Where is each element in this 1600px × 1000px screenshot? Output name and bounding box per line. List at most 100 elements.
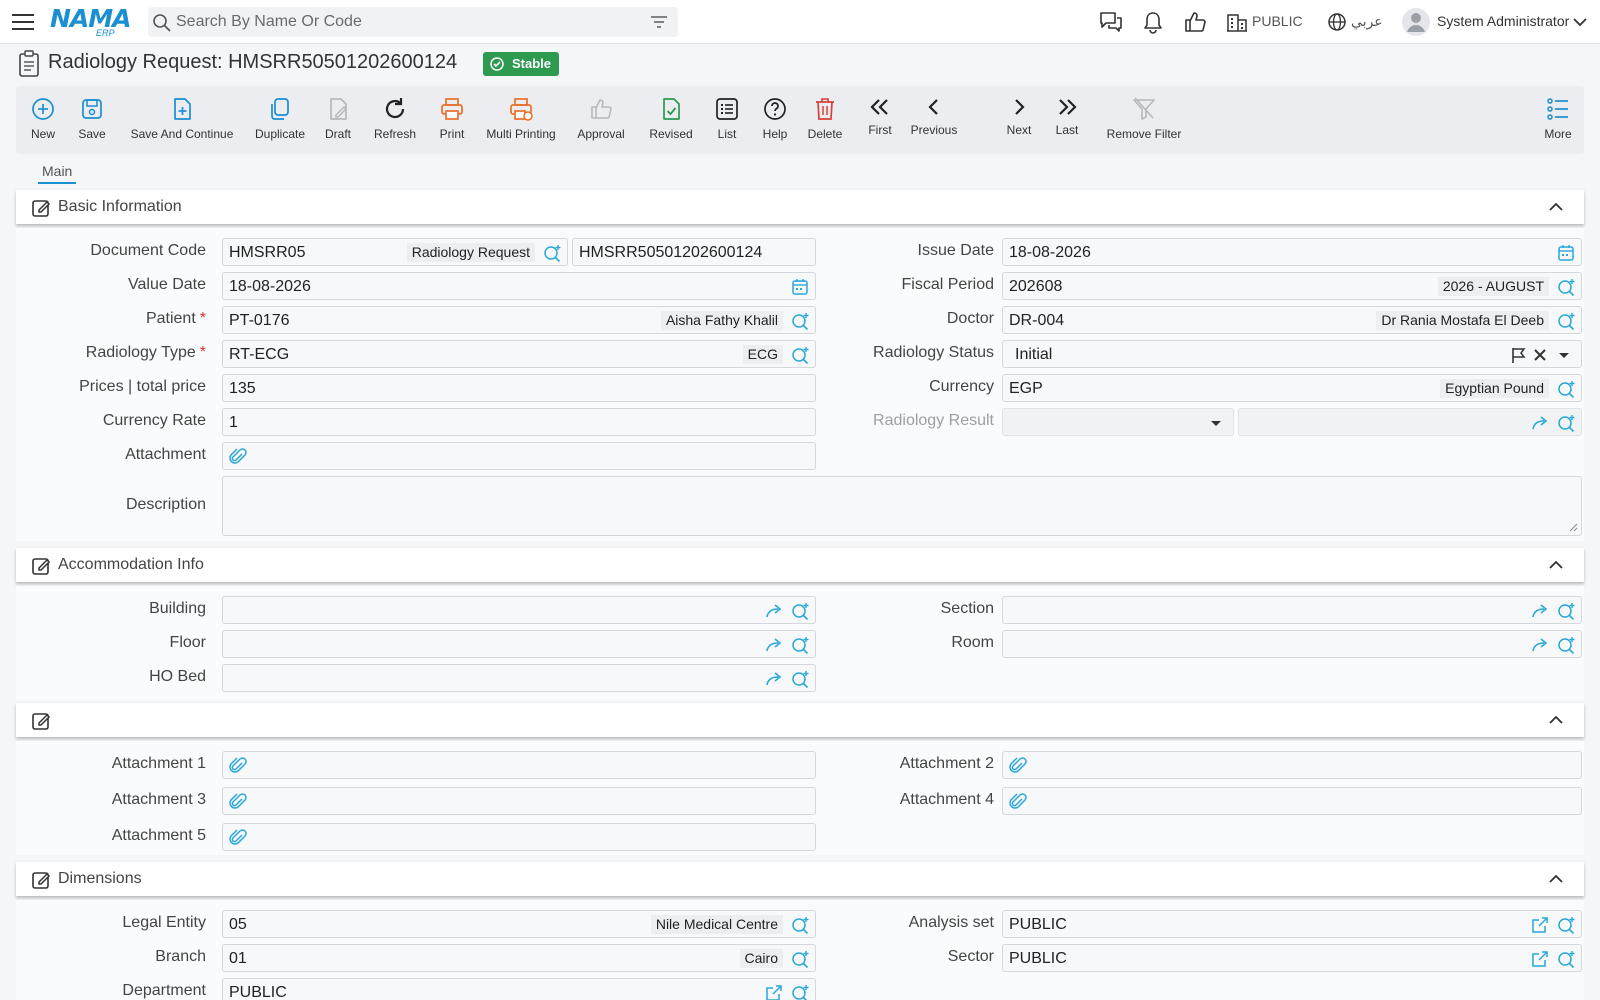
- lookup-search-icon[interactable]: [791, 950, 809, 968]
- attachment-1-field[interactable]: [222, 751, 816, 779]
- save-button[interactable]: Save: [74, 86, 110, 154]
- calendar-icon[interactable]: [791, 278, 809, 296]
- resize-handle-icon[interactable]: [1568, 522, 1578, 532]
- chevron-up-icon[interactable]: [1548, 200, 1564, 214]
- external-link-icon[interactable]: [1531, 950, 1549, 968]
- multi-printing-button[interactable]: Multi Printing: [484, 86, 558, 154]
- search-input[interactable]: [176, 7, 636, 37]
- attachment-4-field[interactable]: [1002, 787, 1582, 815]
- clear-x-icon[interactable]: [1531, 346, 1549, 364]
- previous-button[interactable]: Previous: [908, 86, 960, 154]
- lookup-search-icon[interactable]: [791, 346, 809, 364]
- radiology-status-select[interactable]: Initial: [1002, 340, 1582, 368]
- external-link-icon[interactable]: [765, 984, 783, 1000]
- document-code-field[interactable]: HMSRR05 Radiology Request: [222, 238, 568, 266]
- branch-field[interactable]: 01 Cairo: [222, 944, 816, 972]
- open-link-arrow-icon[interactable]: [1531, 636, 1549, 654]
- attachment-2-field[interactable]: [1002, 751, 1582, 779]
- approval-button[interactable]: Approval: [574, 86, 628, 154]
- paperclip-icon[interactable]: [229, 793, 247, 811]
- lookup-search-icon[interactable]: [1557, 916, 1575, 934]
- revised-button[interactable]: Revised: [644, 86, 698, 154]
- section-field[interactable]: [1002, 596, 1582, 624]
- room-field[interactable]: [1002, 630, 1582, 658]
- flag-icon[interactable]: [1509, 346, 1527, 364]
- save-and-continue-button[interactable]: Save And Continue: [128, 86, 236, 154]
- lookup-search-icon[interactable]: [791, 916, 809, 934]
- open-link-arrow-icon[interactable]: [765, 670, 783, 688]
- attachment-3-field[interactable]: [222, 787, 816, 815]
- paperclip-icon[interactable]: [1009, 793, 1027, 811]
- sector-field[interactable]: PUBLIC: [1002, 944, 1582, 972]
- lookup-search-icon[interactable]: [791, 670, 809, 688]
- analysis-set-field[interactable]: PUBLIC: [1002, 910, 1582, 938]
- list-button[interactable]: List: [710, 86, 744, 154]
- section-header-accommodation-info[interactable]: Accommodation Info: [16, 548, 1584, 582]
- paperclip-icon[interactable]: [229, 829, 247, 847]
- total-price-field[interactable]: 135: [222, 374, 816, 402]
- issue-date-field[interactable]: 18-08-2026: [1002, 238, 1582, 266]
- lookup-search-icon[interactable]: [1557, 312, 1575, 330]
- print-button[interactable]: Print: [434, 86, 470, 154]
- lookup-search-icon[interactable]: [791, 312, 809, 330]
- floor-field[interactable]: [222, 630, 816, 658]
- caret-down-icon[interactable]: [1555, 346, 1573, 364]
- thumbs-up-icon[interactable]: [1182, 10, 1208, 34]
- filter-icon[interactable]: [650, 14, 668, 30]
- lookup-search-icon[interactable]: [791, 636, 809, 654]
- delete-button[interactable]: Delete: [804, 86, 846, 154]
- company-building-icon[interactable]: [1226, 10, 1248, 34]
- help-button[interactable]: Help: [758, 86, 792, 154]
- open-link-arrow-icon[interactable]: [1531, 602, 1549, 620]
- ho-bed-field[interactable]: [222, 664, 816, 692]
- chevron-up-icon[interactable]: [1548, 713, 1564, 727]
- chat-icon[interactable]: [1098, 10, 1124, 34]
- user-avatar-icon[interactable]: [1402, 7, 1430, 37]
- menu-icon[interactable]: [12, 12, 34, 32]
- lookup-search-icon[interactable]: [543, 244, 561, 262]
- lookup-search-icon[interactable]: [1557, 636, 1575, 654]
- nama-erp-logo[interactable]: NAMA ERP: [50, 6, 134, 39]
- more-button[interactable]: More: [1540, 86, 1576, 154]
- user-name[interactable]: System Administrator: [1437, 13, 1569, 29]
- open-link-arrow-icon[interactable]: [1531, 414, 1549, 432]
- first-button[interactable]: First: [862, 86, 898, 154]
- lookup-search-icon[interactable]: [1557, 278, 1575, 296]
- open-link-arrow-icon[interactable]: [765, 636, 783, 654]
- tab-main[interactable]: Main: [38, 160, 77, 184]
- radiology-type-field[interactable]: RT-ECG ECG: [222, 340, 816, 368]
- globe-icon[interactable]: [1326, 10, 1348, 34]
- draft-button[interactable]: Draft: [320, 86, 356, 154]
- next-button[interactable]: Next: [1002, 86, 1036, 154]
- chevron-up-icon[interactable]: [1548, 558, 1564, 572]
- duplicate-button[interactable]: Duplicate: [252, 86, 308, 154]
- calendar-icon[interactable]: [1557, 244, 1575, 262]
- fiscal-period-field[interactable]: 202608 2026 - AUGUST: [1002, 272, 1582, 300]
- section-header-attachments[interactable]: [16, 703, 1584, 737]
- company-label[interactable]: PUBLIC: [1252, 13, 1303, 29]
- currency-field[interactable]: EGP Egyptian Pound: [1002, 374, 1582, 402]
- chevron-up-icon[interactable]: [1548, 872, 1564, 886]
- document-number-field[interactable]: HMSRR50501202600124: [572, 238, 816, 266]
- currency-rate-field[interactable]: 1: [222, 408, 816, 436]
- building-field[interactable]: [222, 596, 816, 624]
- section-header-dimensions[interactable]: Dimensions: [16, 862, 1584, 896]
- last-button[interactable]: Last: [1050, 86, 1084, 154]
- remove-filter-button[interactable]: Remove Filter: [1094, 86, 1194, 154]
- lookup-search-icon[interactable]: [791, 984, 809, 1000]
- caret-down-icon[interactable]: [1207, 414, 1225, 432]
- lookup-search-icon[interactable]: [1557, 950, 1575, 968]
- value-date-field[interactable]: 18-08-2026: [222, 272, 816, 300]
- paperclip-icon[interactable]: [1009, 757, 1027, 775]
- lookup-search-icon[interactable]: [1557, 602, 1575, 620]
- radiology-result-field[interactable]: [1238, 408, 1582, 436]
- patient-field[interactable]: PT-0176 Aisha Fathy Khalil: [222, 306, 816, 334]
- doctor-field[interactable]: DR-004 Dr Rania Mostafa El Deeb: [1002, 306, 1582, 334]
- open-link-arrow-icon[interactable]: [765, 602, 783, 620]
- department-field[interactable]: PUBLIC: [222, 978, 816, 1000]
- paperclip-icon[interactable]: [229, 757, 247, 775]
- legal-entity-field[interactable]: 05 Nile Medical Centre: [222, 910, 816, 938]
- description-textarea[interactable]: [222, 476, 1582, 536]
- paperclip-icon[interactable]: [229, 448, 247, 466]
- lookup-search-icon[interactable]: [1557, 380, 1575, 398]
